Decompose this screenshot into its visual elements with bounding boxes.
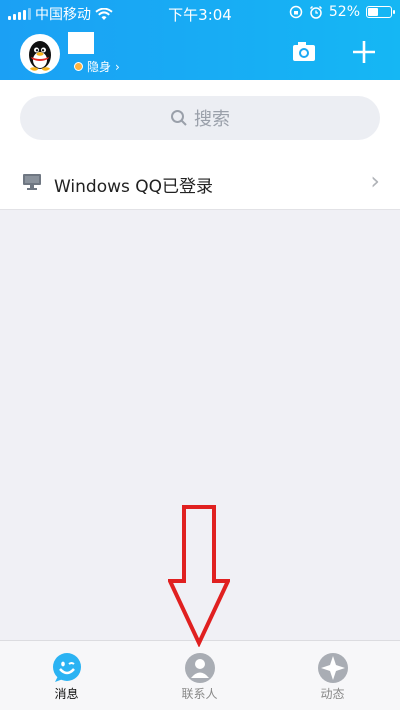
device-login-notice[interactable]: Windows QQ已登录 › [0,156,400,210]
red-down-arrow [168,505,230,647]
alarm-icon [309,5,322,19]
status-bar: 中国移动 下午3:04 52% [0,0,400,26]
battery-percent: 52% [328,4,360,20]
chevron-right-icon: › [115,59,120,74]
top-header: 中国移动 下午3:04 52% 隐身 › [0,0,400,80]
desktop-icon [23,174,41,190]
tab-messages-label: 消息 [54,687,79,701]
status-label: 隐身 [87,60,112,74]
tab-contacts[interactable]: 联系人 [133,641,266,710]
plus-icon[interactable] [350,38,378,66]
rotation-lock-icon [289,5,303,19]
tab-moments[interactable]: 动态 [266,641,399,710]
search-input[interactable]: 搜索 [20,96,380,140]
device-notice-text: Windows QQ已登录 [54,177,214,197]
search-icon [171,110,187,126]
camera-icon[interactable] [290,38,318,66]
moments-icon [317,653,348,683]
tab-moments-label: 动态 [320,687,345,701]
nickname-redacted [68,32,94,54]
search-area: 搜索 [0,80,400,156]
tab-messages[interactable]: 消息 [0,641,133,710]
avatar[interactable] [20,34,60,74]
message-icon [52,653,81,682]
search-placeholder: 搜索 [194,109,230,130]
tab-bar: 消息 联系人 动态 [0,640,400,710]
contacts-icon [184,653,215,683]
online-status[interactable]: 隐身 › [74,58,120,75]
penguin-icon [29,41,51,71]
chevron-right-icon: › [370,167,380,195]
status-dot-icon [74,62,83,71]
tab-contacts-label: 联系人 [181,687,218,701]
battery-icon [366,6,395,18]
